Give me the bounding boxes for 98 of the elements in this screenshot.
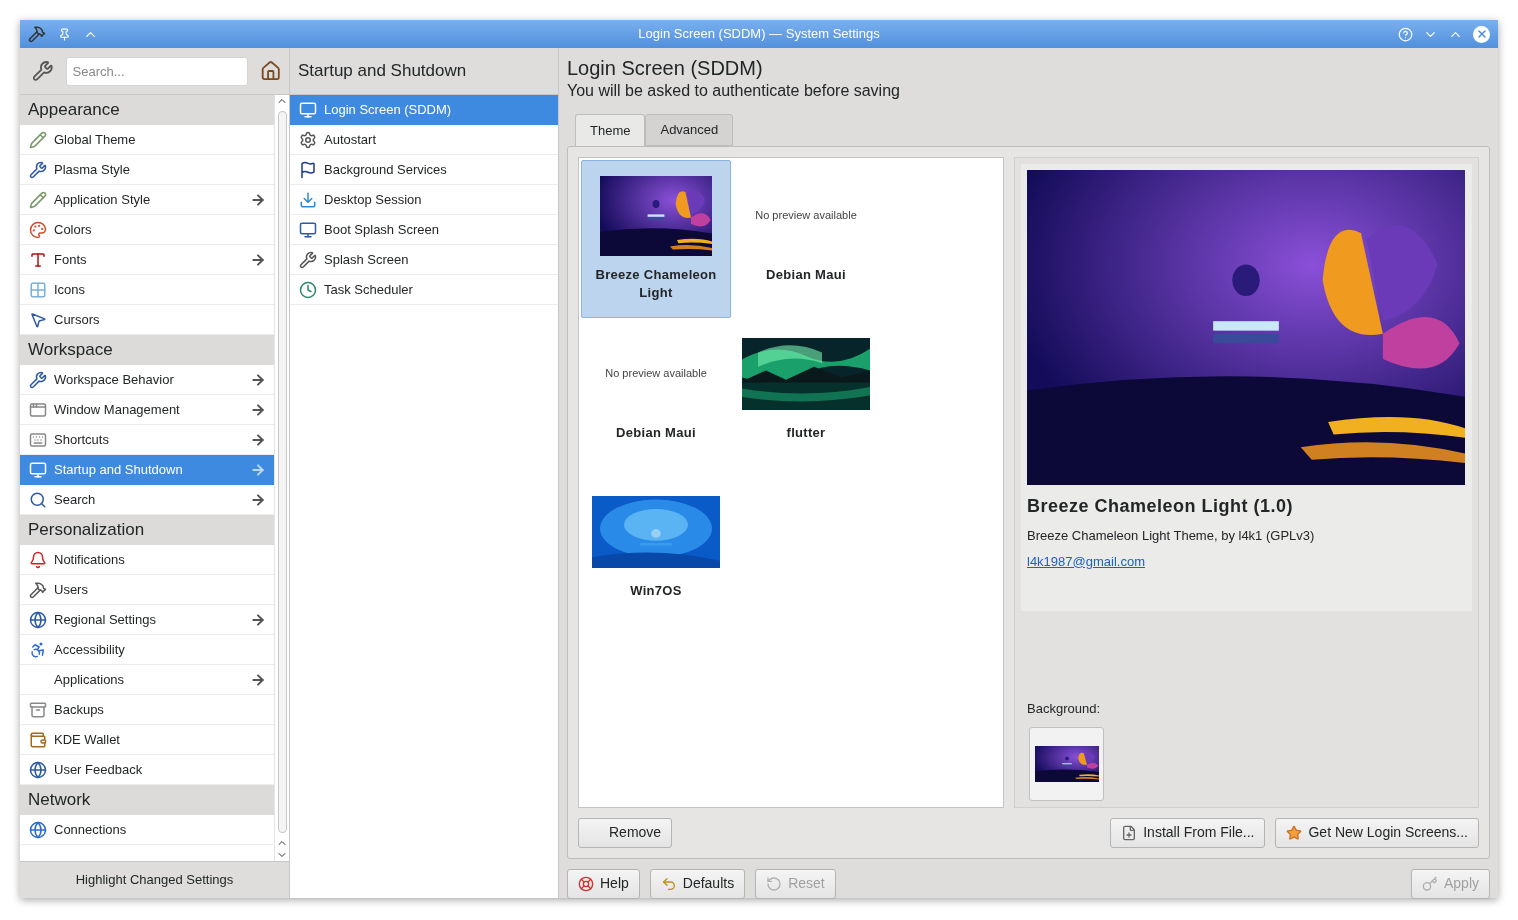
subpanel-item[interactable]: Boot Splash Screen — [290, 215, 558, 245]
theme-name: Debian Maui — [765, 266, 847, 284]
pointer-icon — [29, 310, 47, 329]
monitor-icon — [29, 460, 47, 479]
theme-description: Breeze Chameleon Light Theme, by l4k1 (GPLv3) — [1027, 527, 1316, 545]
no-preview-text: No preview available — [755, 208, 857, 224]
sidebar-item[interactable]: KDE Wallet — [20, 725, 274, 755]
theme-item[interactable]: No preview available Debian Maui — [581, 318, 731, 476]
defaults-button[interactable]: Defaults — [649, 868, 746, 899]
email-link[interactable]: l4k1987@gmail.com — [1027, 551, 1145, 571]
key-icon — [1421, 875, 1438, 892]
help-icon[interactable] — [1398, 26, 1413, 42]
tools-icon[interactable] — [28, 25, 46, 43]
globe-icon — [29, 760, 47, 779]
globe-icon — [29, 820, 47, 839]
get-new-button[interactable]: Get New Login Screens... — [1275, 817, 1479, 848]
sidebar-item[interactable]: Plasma Style — [20, 155, 274, 185]
search-icon — [29, 490, 47, 509]
section-header: Personalization — [28, 519, 145, 542]
scrollbar[interactable] — [274, 95, 289, 861]
home-icon[interactable] — [259, 60, 281, 82]
search-field[interactable]: Search... — [65, 56, 248, 86]
pencil-icon — [29, 130, 47, 149]
sidebar-item[interactable]: Backups — [20, 695, 274, 725]
sidebar-item[interactable]: Regional Settings — [20, 605, 274, 635]
theme-item[interactable]: Breeze Chameleon Light — [581, 160, 731, 318]
subpanel-item[interactable]: Login Screen (SDDM) — [290, 95, 558, 125]
sidebar-item[interactable]: Applications — [20, 665, 274, 695]
accessibility-icon — [29, 640, 47, 659]
gear-icon — [299, 130, 317, 149]
panel-title: Startup and Shutdown — [298, 60, 467, 83]
flag-icon — [299, 160, 317, 179]
theme-name: Breeze Chameleon Light — [594, 266, 718, 302]
sidebar-item[interactable]: Colors — [20, 215, 274, 245]
archive-icon — [29, 700, 47, 719]
close-icon[interactable] — [1473, 25, 1490, 43]
background-button[interactable] — [1029, 726, 1104, 801]
sidebar-item[interactable]: Workspace Behavior — [20, 365, 274, 395]
sidebar-item[interactable]: Fonts — [20, 245, 274, 275]
monitor-icon — [299, 220, 317, 239]
sidebar-item[interactable]: Accessibility — [20, 635, 274, 665]
subpanel-item[interactable]: Background Services — [290, 155, 558, 185]
section-header: Appearance — [28, 99, 120, 122]
section-header: Network — [28, 789, 91, 812]
subpanel-item[interactable]: Autostart — [290, 125, 558, 155]
theme-item[interactable]: Win7OS — [581, 476, 731, 634]
dots-grid-icon — [29, 280, 47, 299]
monitor-icon — [299, 100, 317, 119]
sidebar-item[interactable]: Users — [20, 575, 274, 605]
subpanel-item[interactable]: Splash Screen — [290, 245, 558, 275]
sidebar-item[interactable]: Window Management — [20, 395, 274, 425]
tab[interactable]: Advanced — [645, 114, 734, 146]
page-title: Login Screen (SDDM) — [567, 56, 764, 80]
undo-icon — [660, 875, 677, 892]
background-label: Background: — [1027, 700, 1101, 718]
sidebar-item[interactable]: Notifications — [20, 545, 274, 575]
star-icon — [1286, 824, 1303, 841]
pencil-icon — [29, 190, 47, 209]
help-button[interactable]: Help — [567, 868, 640, 899]
section-header: Workspace — [28, 339, 113, 362]
pin-icon[interactable] — [58, 27, 71, 41]
wrench-icon — [29, 160, 47, 179]
clock-icon — [299, 280, 317, 299]
download-icon — [299, 190, 317, 209]
page-subtitle: You will be asked to authenticate before saving — [567, 81, 901, 101]
sidebar-item[interactable]: Icons — [20, 275, 274, 305]
no-preview-text: No preview available — [605, 366, 707, 382]
wallet-icon — [29, 730, 47, 749]
theme-name: Debian Maui — [615, 424, 697, 442]
bell-icon — [29, 550, 47, 569]
wrench-icon — [299, 250, 317, 269]
undo-icon — [766, 875, 783, 892]
window-icon — [29, 400, 47, 419]
theme-item[interactable]: No preview available Debian Maui — [731, 160, 881, 318]
subpanel-item[interactable]: Task Scheduler — [290, 275, 558, 305]
lifebuoy-icon — [578, 875, 594, 892]
keyboard-icon — [29, 430, 47, 449]
theme-item[interactable]: flutter — [731, 318, 881, 476]
wrench-icon — [29, 370, 47, 389]
tab[interactable]: Theme — [575, 114, 646, 146]
sidebar-item[interactable]: Startup and Shutdown — [20, 455, 274, 485]
highlight-changed-button[interactable]: Highlight Changed Settings — [75, 870, 234, 890]
remove-button[interactable]: Remove — [578, 817, 673, 848]
theme-name: Win7OS — [629, 582, 683, 600]
sidebar-item[interactable]: Application Style — [20, 185, 274, 215]
tools-icon — [29, 580, 47, 599]
install-button[interactable]: Install From File... — [1110, 817, 1266, 848]
sidebar-item[interactable]: Connections — [20, 815, 274, 845]
theme-title: Breeze Chameleon Light (1.0) — [1027, 495, 1295, 518]
subpanel-item[interactable]: Desktop Session — [290, 185, 558, 215]
window-title: Login Screen (SDDM) — System Settings — [638, 25, 880, 44]
wrench-icon[interactable] — [32, 60, 54, 82]
theme-name: flutter — [785, 424, 827, 442]
globe-icon — [29, 610, 47, 629]
font-icon — [29, 250, 47, 269]
palette-icon — [29, 220, 47, 239]
file-icon — [1121, 824, 1138, 841]
sidebar-item[interactable]: Global Theme — [20, 125, 274, 155]
